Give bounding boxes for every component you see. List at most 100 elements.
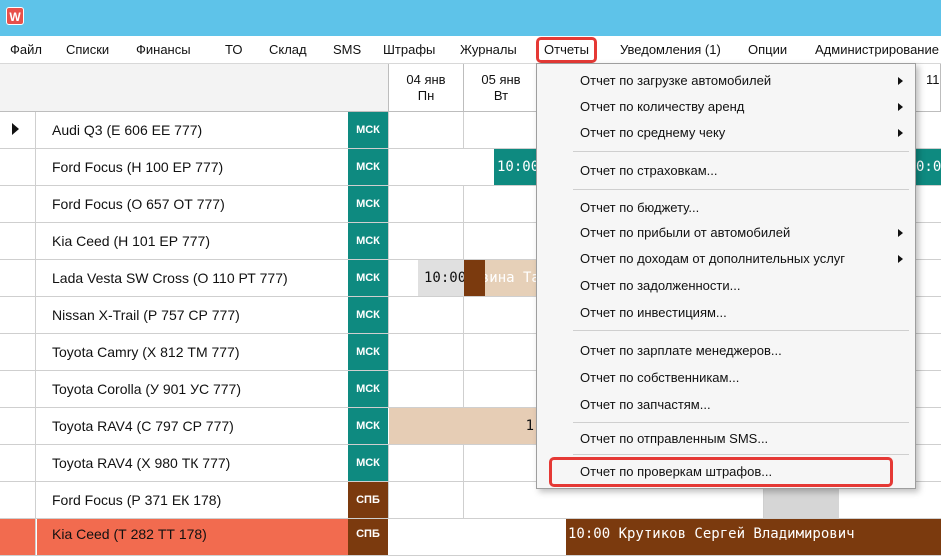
booking-block[interactable]: 10:00 Крутиков Сергей Владимирович	[566, 519, 941, 555]
city-badge: МСК	[348, 223, 388, 259]
day-date: 04 янв	[406, 72, 446, 87]
day-cell[interactable]	[463, 445, 538, 481]
row-selector[interactable]	[0, 408, 36, 444]
row-selector[interactable]	[0, 112, 36, 148]
submenu-arrow-icon	[898, 229, 903, 237]
day-cell[interactable]	[388, 445, 463, 481]
day-cell[interactable]	[388, 112, 463, 148]
menu-file[interactable]: Файл	[10, 36, 42, 64]
row-selector[interactable]	[0, 297, 36, 333]
row-selector[interactable]	[0, 223, 36, 259]
row-selector[interactable]	[0, 371, 36, 407]
menu-item-label: Отчет по бюджету...	[580, 200, 700, 215]
day-date: 05 янв	[481, 72, 521, 87]
city-badge: МСК	[348, 371, 388, 407]
menu-item-label: Отчет по запчастям...	[580, 397, 711, 412]
menu-item-label: Отчет по страховкам...	[580, 163, 718, 178]
day-cell[interactable]	[388, 334, 463, 370]
report-debts[interactable]: Отчет по задолженности...	[537, 273, 915, 299]
day-cell[interactable]	[388, 223, 463, 259]
city-badge: МСК	[348, 297, 388, 333]
day-cell[interactable]	[388, 297, 463, 333]
menu-journals[interactable]: Журналы	[460, 36, 517, 64]
day-cell[interactable]	[388, 186, 463, 222]
menu-sms[interactable]: SMS	[333, 36, 361, 64]
menu-separator	[573, 330, 909, 331]
menu-reports[interactable]: Отчеты	[536, 37, 597, 63]
car-name: Kia Ceed (Т 282 ТТ 178)	[37, 519, 348, 555]
day-cell[interactable]	[463, 334, 538, 370]
car-name: Ford Focus (О 657 ОТ 777)	[37, 186, 348, 222]
report-insurance[interactable]: Отчет по страховкам...	[537, 158, 915, 184]
city-badge: МСК	[348, 445, 388, 481]
report-extra-services-income[interactable]: Отчет по доходам от дополнительных услуг	[537, 246, 915, 272]
report-rental-count[interactable]: Отчет по количеству аренд	[537, 94, 915, 120]
menu-options[interactable]: Опции	[748, 36, 787, 64]
menu-lists[interactable]: Списки	[66, 36, 109, 64]
app-icon[interactable]: W	[6, 7, 24, 25]
row-selector[interactable]	[0, 482, 36, 518]
booking-time[interactable]: 10:00	[418, 260, 464, 296]
report-average-check[interactable]: Отчет по среднему чеку	[537, 120, 915, 146]
table-row[interactable]: Kia Ceed (Т 282 ТТ 178) СПБ 10:00 Крутик…	[0, 519, 941, 556]
day-cell[interactable]	[388, 371, 463, 407]
day-cell[interactable]	[463, 186, 538, 222]
day-header[interactable]: 04 янв Пн	[389, 64, 464, 112]
report-investments[interactable]: Отчет по инвестициям...	[537, 300, 915, 326]
menu-item-label: Отчет по задолженности...	[580, 278, 741, 293]
menu-administration[interactable]: Администрирование	[815, 36, 939, 64]
day-header[interactable]: 05 янв Вт	[464, 64, 539, 112]
menu-separator	[573, 189, 909, 190]
row-selector[interactable]	[0, 260, 36, 296]
day-cell[interactable]	[463, 297, 538, 333]
day-weekday: Вт	[493, 88, 509, 103]
menu-notifications[interactable]: Уведомления (1)	[620, 36, 721, 64]
menu-maintenance[interactable]: ТО	[225, 36, 242, 64]
car-name: Toyota Camry (Х 812 ТМ 777)	[37, 334, 348, 370]
city-badge: СПБ	[348, 519, 388, 555]
day-cell[interactable]	[388, 482, 463, 518]
booking-block[interactable]: Ловина Та	[464, 260, 536, 296]
report-vehicle-profit[interactable]: Отчет по прибыли от автомобилей	[537, 220, 915, 246]
menu-separator	[573, 454, 909, 455]
car-name: Kia Ceed (Н 101 ЕР 777)	[37, 223, 348, 259]
day-cell[interactable]	[388, 149, 463, 185]
car-name: Ford Focus (Р 371 ЕК 178)	[37, 482, 348, 518]
row-selector[interactable]	[0, 334, 36, 370]
menu-warehouse[interactable]: Склад	[269, 36, 307, 64]
row-selector[interactable]	[0, 186, 36, 222]
booking-block[interactable]: 1	[389, 408, 536, 444]
menu-fines[interactable]: Штрафы	[383, 36, 435, 64]
menu-finance[interactable]: Финансы	[136, 36, 191, 64]
menu-separator	[573, 151, 909, 152]
day-cell[interactable]	[463, 371, 538, 407]
row-selector[interactable]	[0, 445, 36, 481]
report-spare-parts[interactable]: Отчет по запчастям...	[537, 392, 915, 418]
booking-client: Ловина Та	[464, 270, 536, 286]
menu-item-label: Отчет по доходам от дополнительных услуг	[580, 251, 846, 266]
report-manager-salary[interactable]: Отчет по зарплате менеджеров...	[537, 338, 915, 364]
row-selector[interactable]	[0, 149, 36, 185]
car-name: Toyota RAV4 (Х 980 ТК 777)	[37, 445, 348, 481]
day-cell[interactable]	[463, 223, 538, 259]
reports-dropdown-menu: Отчет по загрузке автомобилей Отчет по к…	[536, 63, 916, 489]
booking-block-partial[interactable]: 0:00	[916, 149, 941, 185]
day-cell[interactable]	[463, 482, 538, 518]
submenu-arrow-icon	[898, 103, 903, 111]
menu-bar: Файл Списки Финансы ТО Склад SMS Штрафы …	[0, 36, 941, 64]
booking-block[interactable]: 10:00	[494, 149, 538, 185]
report-sent-sms[interactable]: Отчет по отправленным SMS...	[537, 426, 915, 452]
city-badge: МСК	[348, 149, 388, 185]
menu-item-label: Отчет по прибыли от автомобилей	[580, 225, 791, 240]
report-fine-checks[interactable]: Отчет по проверкам штрафов...	[549, 457, 893, 487]
report-owners[interactable]: Отчет по собственникам...	[537, 365, 915, 391]
row-selector[interactable]	[0, 519, 36, 555]
report-vehicle-load[interactable]: Отчет по загрузке автомобилей	[537, 68, 915, 94]
city-badge: МСК	[348, 112, 388, 148]
day-weekday: Пн	[417, 88, 435, 103]
menu-item-label: Отчет по среднему чеку	[580, 125, 726, 140]
report-budget[interactable]: Отчет по бюджету...	[537, 195, 915, 221]
day-cell[interactable]	[463, 112, 538, 148]
menu-item-label: Отчет по собственникам...	[580, 370, 740, 385]
city-badge: МСК	[348, 334, 388, 370]
